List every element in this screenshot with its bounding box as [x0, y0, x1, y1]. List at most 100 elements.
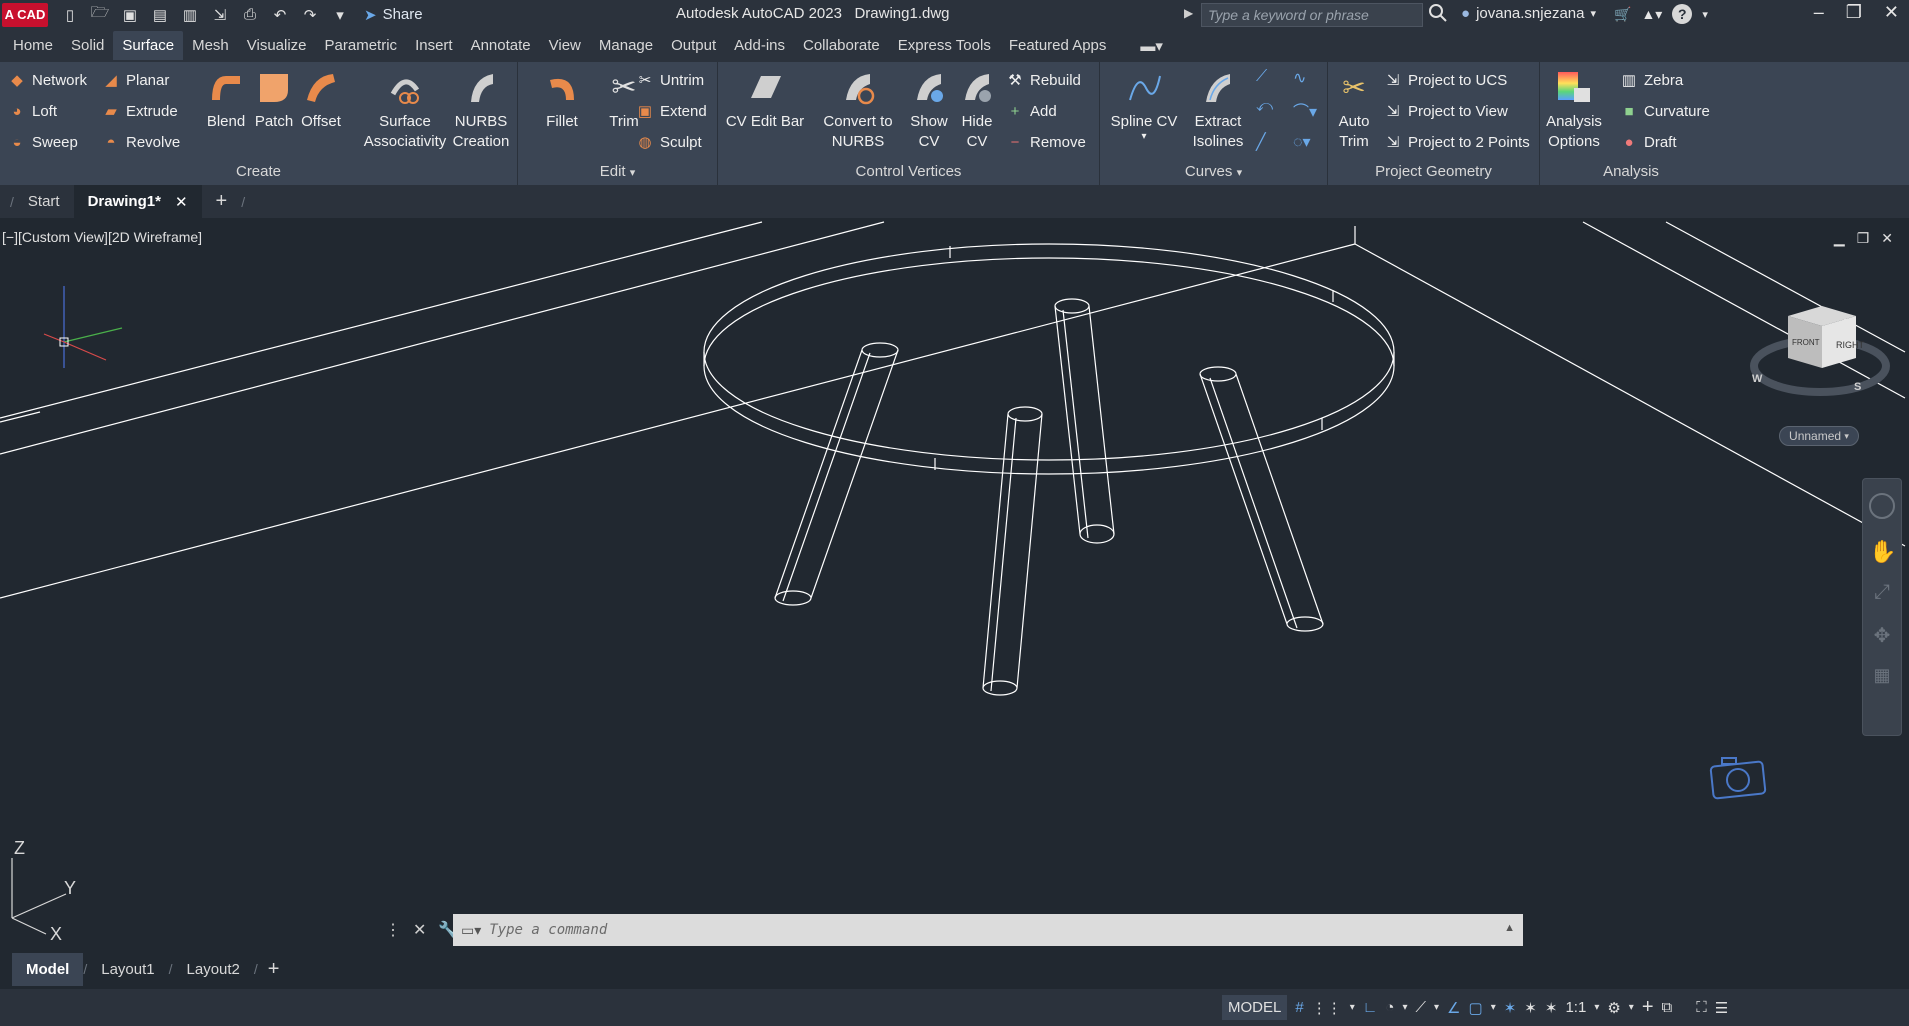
add-cv-button[interactable]: + Add — [1006, 102, 1057, 120]
viewport-restore-icon[interactable]: ❐ — [1857, 230, 1870, 247]
extract-isolines-button[interactable]: Extract Isolines — [1182, 68, 1254, 152]
draft-button[interactable]: ● Draft — [1620, 133, 1676, 151]
cart-icon[interactable]: 🛒 — [1614, 6, 1631, 23]
search-expand-icon[interactable]: ▶ — [1184, 6, 1193, 20]
auto-scale-icon[interactable]: ✶ — [1524, 999, 1537, 1017]
drawing-viewport[interactable]: RIGHT FRONT W S Z Y X [−][Custom View][2… — [0, 218, 1909, 949]
tab-collaborate[interactable]: Collaborate — [794, 31, 889, 60]
sculpt-button[interactable]: ◍ Sculpt — [636, 133, 701, 152]
rebuild-button[interactable]: ⚒ Rebuild — [1006, 71, 1081, 90]
grid-icon[interactable]: # — [1295, 999, 1303, 1016]
close-icon[interactable]: ✕ — [1884, 2, 1899, 23]
viewcube[interactable]: RIGHT FRONT W S — [1750, 306, 1890, 396]
object-snap-dropdown-icon[interactable]: ▾ — [1491, 1002, 1496, 1013]
tab-insert[interactable]: Insert — [406, 31, 462, 60]
annotation-scale-value[interactable]: 1:1 — [1565, 999, 1586, 1016]
polar-icon[interactable]: ◔ — [1385, 999, 1394, 1016]
app-logo[interactable]: A CAD — [2, 2, 48, 27]
minimize-icon[interactable]: – — [1814, 2, 1824, 23]
customize-menu-icon[interactable]: ☰ — [1715, 999, 1728, 1017]
orbit-icon[interactable]: ✥ — [1869, 623, 1895, 649]
panel-title-create[interactable]: Create — [0, 161, 517, 183]
redo-icon[interactable]: ↷ — [298, 4, 322, 26]
close-command-line-icon[interactable]: ✕ — [413, 920, 426, 940]
undo-icon[interactable]: ↶ — [268, 4, 292, 26]
tab-featured-apps[interactable]: Featured Apps — [1000, 31, 1116, 60]
model-space-toggle[interactable]: MODEL — [1222, 995, 1288, 1020]
save-as-icon[interactable]: ▤ — [148, 4, 172, 26]
command-expand-icon[interactable]: ▲ — [1504, 922, 1515, 934]
share-button[interactable]: ➤ Share — [364, 6, 423, 24]
surface-associativity-button[interactable]: Surface Associativity — [360, 68, 450, 152]
save-icon[interactable]: ▣ — [118, 4, 142, 26]
isodraft-icon[interactable]: ⟋ — [1416, 999, 1427, 1016]
tab-manage[interactable]: Manage — [590, 31, 662, 60]
panel-title-analysis[interactable]: Analysis — [1540, 161, 1722, 183]
layout-tab-model[interactable]: Model — [12, 952, 84, 986]
ucs-named-view-dropdown[interactable]: Unnamed ▾ — [1779, 426, 1859, 446]
nurbs-creation-button[interactable]: NURBS Creation — [450, 68, 512, 152]
tab-express-tools[interactable]: Express Tools — [889, 31, 1000, 60]
tab-start[interactable]: Start — [14, 185, 74, 218]
open-folder-icon[interactable]: 🗁 — [88, 4, 112, 26]
extrude-button[interactable]: ▰ Extrude — [102, 102, 177, 121]
layout-tab-layout2[interactable]: Layout2 — [173, 953, 254, 986]
viewport-controls-label[interactable]: [−][Custom View][2D Wireframe] — [2, 229, 202, 245]
project-to-view-button[interactable]: ⇲ Project to View — [1384, 102, 1508, 121]
scale-dropdown-icon[interactable]: ▾ — [1594, 1002, 1599, 1013]
annotation-visibility-icon[interactable]: ✶ — [1504, 999, 1517, 1017]
search-input[interactable]: Type a keyword or phrase — [1201, 3, 1423, 27]
curve-tool-5-icon[interactable]: ╱ — [1256, 132, 1289, 158]
cv-edit-bar-button[interactable]: CV Edit Bar — [722, 68, 808, 132]
tab-home[interactable]: Home — [4, 31, 62, 60]
isodraft-dropdown-icon[interactable]: ▾ — [1434, 1002, 1439, 1013]
annotation-scale-icon[interactable]: ✶ — [1545, 999, 1558, 1017]
panel-title-control-vertices[interactable]: Control Vertices — [718, 161, 1099, 183]
steering-wheel-icon[interactable] — [1869, 493, 1895, 519]
panel-title-edit[interactable]: Edit ▾ — [518, 161, 717, 183]
offset-button[interactable]: Offset — [298, 68, 344, 132]
blend-button[interactable]: Blend — [203, 68, 249, 132]
patch-button[interactable]: Patch — [251, 68, 297, 132]
project-to-2-points-button[interactable]: ⇲ Project to 2 Points — [1384, 133, 1530, 152]
panel-title-project-geometry[interactable]: Project Geometry — [1328, 161, 1539, 183]
snap-dropdown-icon[interactable]: ▾ — [1350, 1002, 1355, 1013]
add-layout-button[interactable]: + — [258, 954, 290, 985]
object-snap-icon[interactable]: ▢ — [1469, 999, 1483, 1017]
sweep-button[interactable]: ◒ Sweep — [8, 133, 77, 151]
ribbon-options-icon[interactable]: ▬▾ — [1131, 31, 1172, 61]
help-icon[interactable]: ? — [1672, 4, 1693, 24]
ortho-icon[interactable]: ∟ — [1363, 999, 1378, 1016]
network-button[interactable]: ◆ Network — [8, 71, 87, 90]
help-dropdown-icon[interactable]: ▾ — [1702, 8, 1708, 21]
model-space-canvas[interactable]: RIGHT FRONT W S Z Y X — [0, 218, 1909, 949]
polar-dropdown-icon[interactable]: ▾ — [1402, 1002, 1407, 1013]
new-file-icon[interactable]: ▯ — [58, 4, 82, 26]
curve-tool-4-icon[interactable]: ⌒▾ — [1293, 98, 1326, 128]
command-history-icon[interactable]: ▭▾ — [461, 922, 481, 939]
curvature-button[interactable]: ■ Curvature — [1620, 102, 1709, 120]
object-snap-tracking-icon[interactable]: ∠ — [1447, 999, 1460, 1017]
auto-trim-button[interactable]: ✂ Auto Trim — [1332, 68, 1376, 152]
viewport-close-icon[interactable]: ✕ — [1881, 230, 1893, 247]
snap-icon[interactable]: ⋮⋮ — [1312, 999, 1342, 1017]
fullscreen-icon[interactable]: ⛶ — [1696, 999, 1707, 1016]
close-tab-icon[interactable]: ✕ — [175, 193, 188, 211]
zebra-button[interactable]: ▥ Zebra — [1620, 71, 1683, 90]
tab-mesh[interactable]: Mesh — [183, 31, 238, 60]
drag-handle-icon[interactable]: ⋮ — [385, 920, 401, 940]
tab-visualize[interactable]: Visualize — [238, 31, 316, 60]
zoom-icon[interactable]: ⤢ — [1869, 581, 1895, 607]
workspace-gear-icon[interactable]: ⚙ — [1607, 999, 1620, 1017]
loft-button[interactable]: ◕ Loft — [8, 102, 57, 120]
search-icon[interactable] — [1428, 3, 1448, 26]
curve-tool-1-icon[interactable]: ⟋ — [1256, 68, 1289, 94]
command-input[interactable]: ▭▾ Type a command ▲ — [453, 914, 1523, 946]
maximize-icon[interactable]: ❐ — [1846, 2, 1862, 23]
print-icon[interactable]: ⎙ — [238, 4, 262, 26]
viewport-minimize-icon[interactable]: ▁ — [1834, 230, 1845, 247]
pan-icon[interactable]: ✋ — [1869, 539, 1896, 565]
spline-cv-button[interactable]: Spline CV ▾ — [1106, 68, 1182, 142]
hide-cv-button[interactable]: Hide CV — [954, 68, 1000, 152]
untrim-button[interactable]: ✂ Untrim — [636, 71, 704, 90]
